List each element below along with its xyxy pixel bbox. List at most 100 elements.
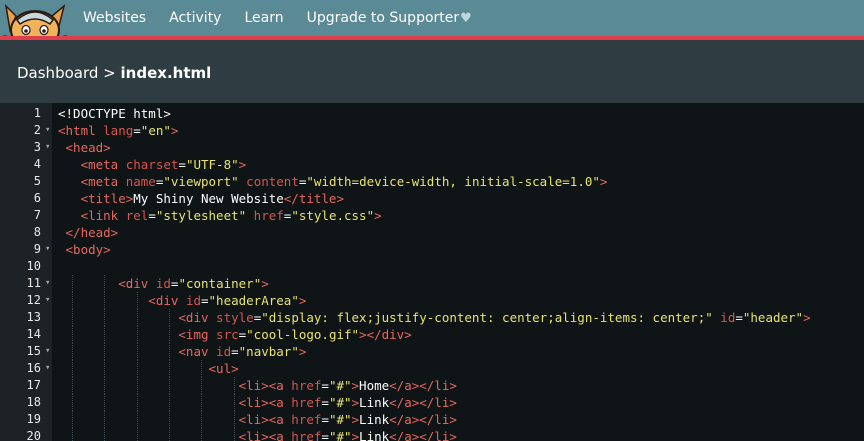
code-token: > [351,412,360,427]
fold-toggle-icon[interactable]: ▾ [45,360,50,377]
code-token: </a></li> [389,395,457,410]
code-token: <li><a [58,395,292,410]
code-text: <li><a href="#">Link</a></li> [58,428,457,441]
code-token: <link [58,208,126,223]
top-navigation-bar: Websites Activity Learn Upgrade to Suppo… [0,0,864,51]
code-text: <meta charset="UTF-8"> [58,156,247,173]
code-token: > [298,344,307,359]
code-text: <div id="headerArea"> [58,292,306,309]
code-line: 3 ▾ <head> [0,139,864,156]
breadcrumb-dashboard-link[interactable]: Dashboard [17,64,98,82]
fold-toggle-icon[interactable]: ▾ [45,275,50,292]
nav-link-activity[interactable]: Activity [169,10,221,26]
fold-toggle-icon[interactable]: ▾ [45,292,50,309]
code-token: src [216,327,239,342]
code-token: <meta [58,174,126,189]
code-token: href [291,395,322,410]
code-token: Home [359,378,390,393]
code-token: Link [359,412,390,427]
code-token: </head> [58,225,119,240]
code-token: "viewport" [163,174,239,189]
code-token: <meta [58,157,126,172]
code-token: lang [103,123,134,138]
code-token: <div [58,310,217,325]
code-text: <li><a href="#">Link</a></li> [58,394,457,411]
line-number: 17 [26,378,41,392]
nav-link-upgrade[interactable]: Upgrade to Supporter♥ [307,10,472,26]
code-token: <head> [58,140,111,155]
nav-link-learn[interactable]: Learn [244,10,283,26]
line-number: 11 [26,276,41,290]
line-number: 2 [33,123,41,137]
code-token: <body> [58,242,111,257]
upgrade-label: Upgrade to Supporter [306,10,460,26]
code-token: = [201,293,209,308]
nav-link-websites[interactable]: Websites [83,10,146,26]
code-token: id [185,293,201,308]
code-token: "container" [178,276,262,291]
code-token: > [374,208,382,223]
code-token: = [735,310,743,325]
code-text: <link rel="stylesheet" href="style.css"> [58,207,382,224]
fold-toggle-icon[interactable]: ▾ [45,343,50,360]
code-token: id [216,344,232,359]
code-token: > [803,310,811,325]
code-token: </a></li> [389,429,457,441]
code-line: 12 ▾ <div id="headerArea"> [0,292,864,309]
code-token: > [351,395,360,410]
code-token: "#" [328,429,352,441]
code-token: "cool-logo.gif" [246,327,360,342]
line-number: 12 [26,293,41,307]
code-token: "display: flex;justify-content: center;a… [261,310,713,325]
code-token: "#" [328,395,352,410]
code-token: Link [359,429,390,441]
code-text: <!DOCTYPE html> [58,105,171,122]
code-line: 1 <!DOCTYPE html> [0,105,864,122]
line-number: 7 [33,208,41,222]
code-token: rel [125,208,149,223]
code-token: "en" [140,123,171,138]
code-token: style [216,310,254,325]
line-number: 8 [33,225,41,239]
code-token: <html [58,123,104,138]
code-line: 19 <li><a href="#">Link</a></li> [0,411,864,428]
code-text: <div id="container"> [58,275,269,292]
code-line: 2 ▾ <html lang="en"> [0,122,864,139]
code-line: 8 </head> [0,224,864,241]
code-line: 18 <li><a href="#">Link</a></li> [0,394,864,411]
code-line: 11 ▾ <div id="container"> [0,275,864,292]
line-number: 9 [33,242,41,256]
fold-toggle-icon[interactable]: ▾ [45,241,50,258]
code-token: > [351,378,360,393]
fold-toggle-icon[interactable]: ▾ [45,122,50,139]
code-token: = [321,429,329,441]
code-token: href [291,378,322,393]
code-token: </a></li> [389,412,457,427]
code-token: name [125,174,156,189]
code-line: 15 ▾ <nav id="navbar"> [0,343,864,360]
code-editor[interactable]: 1 <!DOCTYPE html> 2 ▾ <html lang="en"> 3 ▾ <he… [0,103,864,441]
code-token: href [291,429,322,441]
line-number: 4 [33,157,41,171]
fold-toggle-icon[interactable]: ▾ [45,139,50,156]
line-number: 13 [26,310,41,324]
code-token: "headerArea" [208,293,299,308]
breadcrumb-separator: > [103,64,116,82]
code-line: 16 ▾ <ul> [0,360,864,377]
line-number: 14 [26,327,41,341]
code-token: href [246,208,284,223]
code-token: > [238,157,247,172]
code-token: My Shiny New Website [133,191,284,206]
code-token: "stylesheet" [155,208,247,223]
code-token: = [231,344,239,359]
code-token: <img [58,327,217,342]
code-token: <div [58,293,186,308]
code-token: charset [125,157,179,172]
code-token: id [712,310,736,325]
main-nav: Websites Activity Learn Upgrade to Suppo… [83,0,472,36]
code-token: = [148,208,156,223]
code-text: <img src="cool-logo.gif"></div> [58,326,411,343]
code-token: > [298,293,307,308]
code-text: <html lang="en"> [58,122,178,139]
code-token: <!DOCTYPE html> [58,106,171,121]
